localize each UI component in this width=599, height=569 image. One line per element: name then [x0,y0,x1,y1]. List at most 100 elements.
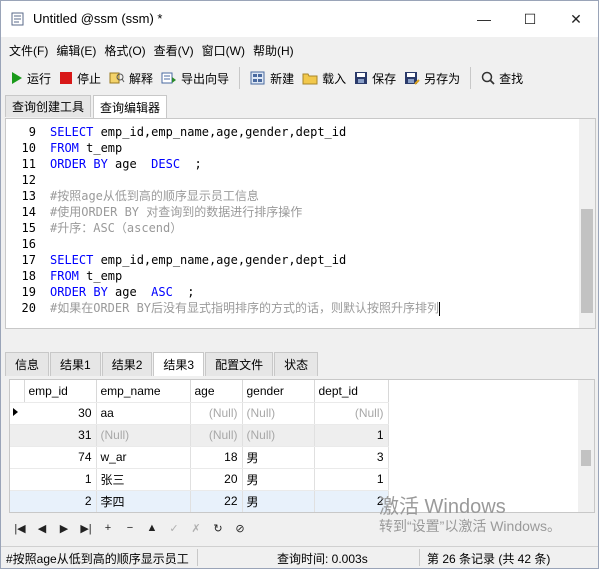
table-cell-emp-name[interactable]: 李四 [96,490,191,512]
table-cell-emp-name[interactable]: 张三 [96,468,191,491]
line-number: 12 [21,173,36,187]
tab-result-3[interactable]: 结果3 [153,352,205,376]
delete-record-button[interactable]: − [119,517,141,539]
table-cell-dept-id[interactable]: 1 [314,468,389,491]
table-cell-dept-id[interactable]: 3 [314,446,389,469]
first-record-button[interactable]: |◀ [9,517,31,539]
explain-button[interactable]: 解释 [105,65,157,91]
result-rows: 30 aa (Null) (Null) (Null) 31 (Null) (Null) (Nul… [10,402,389,512]
table-cell-emp-id[interactable]: 1 [24,468,97,491]
table-cell-dept-id[interactable]: 2 [314,490,389,512]
edit-record-button[interactable]: ▲ [141,517,163,539]
table-cell-emp-name[interactable]: (Null) [96,424,191,447]
line-number: 14 [21,205,36,219]
editor-scrollbar-thumb[interactable] [581,209,593,313]
table-cell-emp-id[interactable]: 31 [24,424,97,447]
table-cell-age[interactable]: (Null) [190,402,243,425]
add-record-button[interactable]: + [97,517,119,539]
menu-window[interactable]: 窗口(W) [198,42,249,59]
menu-view[interactable]: 查看(V) [150,42,198,59]
tab-info[interactable]: 信息 [5,352,50,376]
editor-line: 9 SELECT emp_id,emp_name,age,gender,dept_… [6,124,580,140]
stop-refresh-button[interactable]: ⊘ [229,517,251,539]
line-number: 17 [21,253,36,267]
table-cell-gender[interactable]: 男 [242,490,315,512]
column-header-emp-name[interactable]: emp_name [96,380,191,403]
toolbar-separator [470,67,472,89]
table-cell-age[interactable]: 20 [190,468,243,491]
new-query-icon [250,71,265,85]
tab-query-builder[interactable]: 查询创建工具 [5,95,92,117]
line-number: 9 [28,125,36,139]
column-header-dept-id[interactable]: dept_id [314,380,389,403]
sql-editor[interactable]: 9 SELECT emp_id,emp_name,age,gender,dept_… [5,118,596,329]
grid-scrollbar[interactable] [578,380,594,512]
column-header-age[interactable]: age [190,380,243,403]
load-button[interactable]: 载入 [298,65,350,91]
close-button[interactable]: ✕ [553,1,598,37]
discard-changes-button[interactable]: ✗ [185,517,207,539]
editor-line: 18 FROM t_emp [6,268,580,284]
apply-changes-button[interactable]: ✓ [163,517,185,539]
query-tabs: 查询创建工具 查询编辑器 [5,95,169,118]
title-bar: Untitled @ssm (ssm) * — ☐ ✕ [1,1,598,37]
table-cell-age[interactable]: (Null) [190,424,243,447]
tab-result-1[interactable]: 结果1 [50,352,101,376]
table-cell-dept-id[interactable]: 1 [314,424,389,447]
table-cell-emp-name[interactable]: w_ar [96,446,191,469]
tab-profile[interactable]: 配置文件 [205,352,274,376]
table-row[interactable]: 1 张三 20 男 1 [10,468,389,491]
menu-help[interactable]: 帮助(H) [249,42,298,59]
table-row[interactable]: 2 李四 22 男 2 [10,490,389,512]
table-cell-dept-id[interactable]: (Null) [314,402,389,425]
menu-edit[interactable]: 编辑(E) [52,42,100,59]
table-cell-emp-id[interactable]: 2 [24,490,97,512]
line-number: 19 [21,285,36,299]
run-button[interactable]: 运行 [7,65,55,91]
table-cell-emp-name[interactable]: aa [96,402,191,425]
table-row[interactable]: 31 (Null) (Null) (Null) 1 [10,424,389,447]
table-cell-gender[interactable]: 男 [242,468,315,491]
export-wizard-button[interactable]: 导出向导 [157,65,233,91]
menu-file[interactable]: 文件(F) [5,42,52,59]
save-as-button[interactable]: 另存为 [400,65,464,91]
table-cell-gender[interactable]: 男 [242,446,315,469]
status-divider [197,549,198,566]
tab-query-editor[interactable]: 查询编辑器 [93,95,168,118]
table-cell-emp-id[interactable]: 30 [24,402,97,425]
column-header-gender[interactable]: gender [242,380,315,403]
query-file-icon [11,12,24,26]
stop-button[interactable]: 停止 [55,65,105,91]
table-cell-age[interactable]: 22 [190,490,243,512]
find-button[interactable]: 查找 [477,65,527,91]
table-cell-gender[interactable]: (Null) [242,424,315,447]
next-record-button[interactable]: ▶ [53,517,75,539]
table-cell-emp-id[interactable]: 74 [24,446,97,469]
activation-watermark-text: 转到“设置”以激活 Windows。 [379,518,562,534]
table-row[interactable]: 74 w_ar 18 男 3 [10,446,389,469]
grid-scrollbar-thumb[interactable] [581,450,591,466]
toolbar-separator [239,67,241,89]
new-button[interactable]: 新建 [246,65,298,91]
prev-record-button[interactable]: ◀ [31,517,53,539]
line-code: #如果在ORDER BY后没有显式指明排序的方式的话，则默认按照升序排列 [50,301,441,316]
refresh-button[interactable]: ↻ [207,517,229,539]
table-row[interactable]: 30 aa (Null) (Null) (Null) [10,402,389,425]
row-indicator [10,490,24,512]
minimize-button[interactable]: — [461,1,507,37]
line-number: 16 [21,237,36,251]
last-record-button[interactable]: ▶| [75,517,97,539]
editor-scrollbar[interactable] [579,119,595,328]
column-header-emp-id[interactable]: emp_id [24,380,97,403]
table-cell-age[interactable]: 18 [190,446,243,469]
save-button[interactable]: 保存 [350,65,400,91]
maximize-button[interactable]: ☐ [507,1,553,37]
text-cursor [439,301,441,316]
row-indicator [10,468,24,491]
row-indicator [10,424,24,447]
menu-format[interactable]: 格式(O) [100,42,149,59]
status-current-query: #按照age从低到高的顺序显示员工 [6,552,189,566]
tab-result-2[interactable]: 结果2 [101,352,153,376]
tab-status[interactable]: 状态 [274,352,319,376]
table-cell-gender[interactable]: (Null) [242,402,315,425]
